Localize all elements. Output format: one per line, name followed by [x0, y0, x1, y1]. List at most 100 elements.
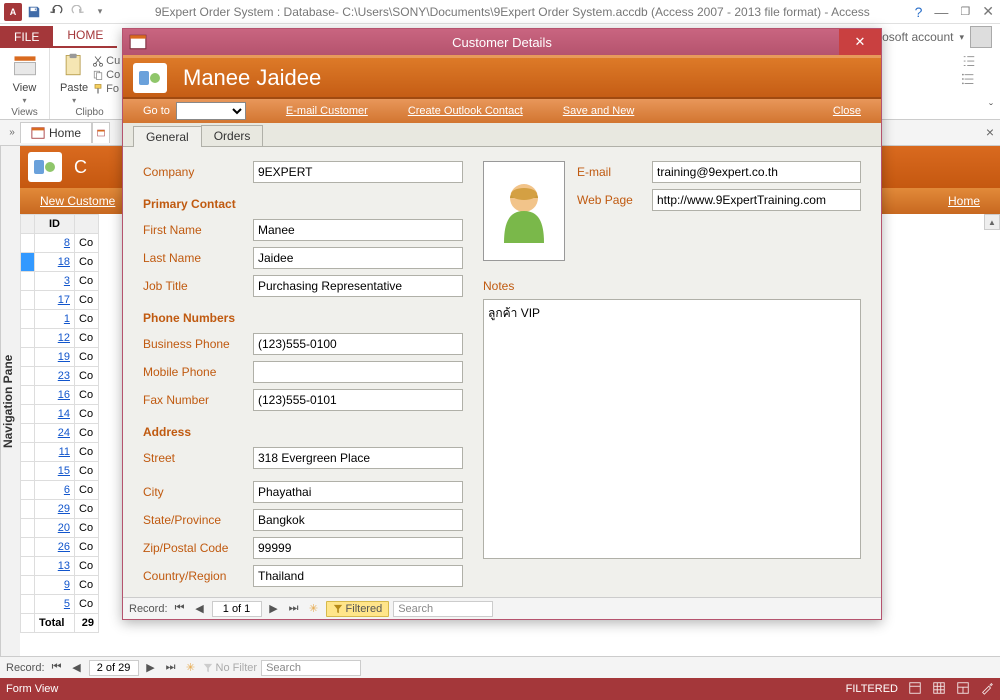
help-icon[interactable]: ?: [915, 4, 923, 20]
modal-nav-prev-icon[interactable]: ◀: [192, 601, 208, 617]
dialog-close-button[interactable]: ✕: [839, 29, 881, 55]
view-form-icon[interactable]: [908, 681, 922, 698]
cell-id[interactable]: 8: [35, 234, 75, 253]
modal-record-search-input[interactable]: [393, 601, 493, 617]
input-company[interactable]: [253, 161, 463, 183]
cell-id[interactable]: 24: [35, 424, 75, 443]
table-row[interactable]: 3Co: [21, 272, 99, 291]
close-form-link[interactable]: Close: [833, 105, 861, 117]
input-last-name[interactable]: [253, 247, 463, 269]
cell-company[interactable]: Co: [75, 519, 99, 538]
cell-id[interactable]: 3: [35, 272, 75, 291]
close-window-icon[interactable]: ✕: [982, 3, 994, 20]
modal-nav-last-icon[interactable]: ⏭: [286, 601, 302, 617]
copy-button[interactable]: Co: [92, 68, 120, 82]
modal-record-position-input[interactable]: [212, 601, 262, 617]
link-home[interactable]: Home: [948, 194, 980, 208]
table-row[interactable]: 1Co: [21, 310, 99, 329]
save-and-new-link[interactable]: Save and New: [563, 105, 635, 117]
view-design-icon[interactable]: [980, 681, 994, 698]
input-street[interactable]: [253, 447, 463, 469]
table-row[interactable]: 19Co: [21, 348, 99, 367]
table-row[interactable]: 11Co: [21, 443, 99, 462]
table-row[interactable]: 24Co: [21, 424, 99, 443]
table-row[interactable]: 6Co: [21, 481, 99, 500]
cell-company[interactable]: Co: [75, 557, 99, 576]
input-business-phone[interactable]: [253, 333, 463, 355]
cell-company[interactable]: Co: [75, 386, 99, 405]
table-row[interactable]: 29Co: [21, 500, 99, 519]
table-row[interactable]: 9Co: [21, 576, 99, 595]
tab-file[interactable]: FILE: [0, 26, 53, 48]
cell-id[interactable]: 5: [35, 595, 75, 614]
cell-id[interactable]: 26: [35, 538, 75, 557]
view-button[interactable]: View ▾: [6, 50, 43, 107]
cell-id[interactable]: 14: [35, 405, 75, 424]
modal-nav-first-icon[interactable]: ⏮: [172, 601, 188, 617]
cut-button[interactable]: Cu: [92, 54, 120, 68]
tab-orders[interactable]: Orders: [201, 125, 264, 146]
cell-id[interactable]: 17: [35, 291, 75, 310]
cell-company[interactable]: Co: [75, 424, 99, 443]
modal-filter-status[interactable]: Filtered: [326, 601, 390, 617]
cell-company[interactable]: Co: [75, 329, 99, 348]
table-row[interactable]: 12Co: [21, 329, 99, 348]
table-row[interactable]: 8Co: [21, 234, 99, 253]
table-row[interactable]: 13Co: [21, 557, 99, 576]
cell-company[interactable]: Co: [75, 291, 99, 310]
ribbon-collapse-icon[interactable]: ˇ: [982, 48, 1000, 119]
email-customer-link[interactable]: E-mail Customer: [286, 105, 368, 117]
account-label[interactable]: rosoft account: [878, 30, 953, 44]
modal-nav-next-icon[interactable]: ▶: [266, 601, 282, 617]
minimize-icon[interactable]: —: [934, 4, 948, 20]
cell-id[interactable]: 6: [35, 481, 75, 500]
cell-id[interactable]: 29: [35, 500, 75, 519]
link-new-customer[interactable]: New Custome: [40, 194, 115, 208]
tab-general[interactable]: General: [133, 126, 202, 147]
cell-id[interactable]: 19: [35, 348, 75, 367]
nav-new-icon[interactable]: ✳: [183, 660, 199, 676]
cell-company[interactable]: Co: [75, 348, 99, 367]
cell-company[interactable]: Co: [75, 310, 99, 329]
create-outlook-contact-link[interactable]: Create Outlook Contact: [408, 105, 523, 117]
cell-id[interactable]: 13: [35, 557, 75, 576]
table-row[interactable]: 5Co: [21, 595, 99, 614]
nav-next-icon[interactable]: ▶: [143, 660, 159, 676]
view-layout-icon[interactable]: [956, 681, 970, 698]
cell-company[interactable]: Co: [75, 595, 99, 614]
input-notes[interactable]: [483, 299, 861, 559]
input-first-name[interactable]: [253, 219, 463, 241]
input-email[interactable]: [652, 161, 861, 183]
table-row[interactable]: 26Co: [21, 538, 99, 557]
table-row[interactable]: 18Co: [21, 253, 99, 272]
input-job-title[interactable]: [253, 275, 463, 297]
cell-id[interactable]: 20: [35, 519, 75, 538]
table-row[interactable]: 20Co: [21, 519, 99, 538]
nav-expand-icon[interactable]: »: [4, 120, 20, 145]
table-row[interactable]: 14Co: [21, 405, 99, 424]
contact-photo[interactable]: [483, 161, 565, 261]
cell-id[interactable]: 16: [35, 386, 75, 405]
cell-id[interactable]: 15: [35, 462, 75, 481]
close-tab-icon[interactable]: ×: [986, 124, 994, 140]
cell-company[interactable]: Co: [75, 481, 99, 500]
input-fax-number[interactable]: [253, 389, 463, 411]
cell-company[interactable]: Co: [75, 538, 99, 557]
cell-id[interactable]: 9: [35, 576, 75, 595]
cell-id[interactable]: 1: [35, 310, 75, 329]
redo-icon[interactable]: [68, 2, 88, 22]
nav-last-icon[interactable]: ⏭: [163, 660, 179, 676]
cell-company[interactable]: Co: [75, 462, 99, 481]
input-webpage[interactable]: [652, 189, 861, 211]
qat-customize-icon[interactable]: ▾: [90, 2, 110, 22]
cell-company[interactable]: Co: [75, 367, 99, 386]
input-zip[interactable]: [253, 537, 463, 559]
input-city[interactable]: [253, 481, 463, 503]
cell-company[interactable]: Co: [75, 253, 99, 272]
col-id[interactable]: ID: [35, 215, 75, 234]
account-avatar[interactable]: [970, 26, 992, 48]
table-row[interactable]: 17Co: [21, 291, 99, 310]
cell-company[interactable]: Co: [75, 443, 99, 462]
restore-icon[interactable]: ❐: [960, 5, 970, 18]
view-datasheet-icon[interactable]: [932, 681, 946, 698]
